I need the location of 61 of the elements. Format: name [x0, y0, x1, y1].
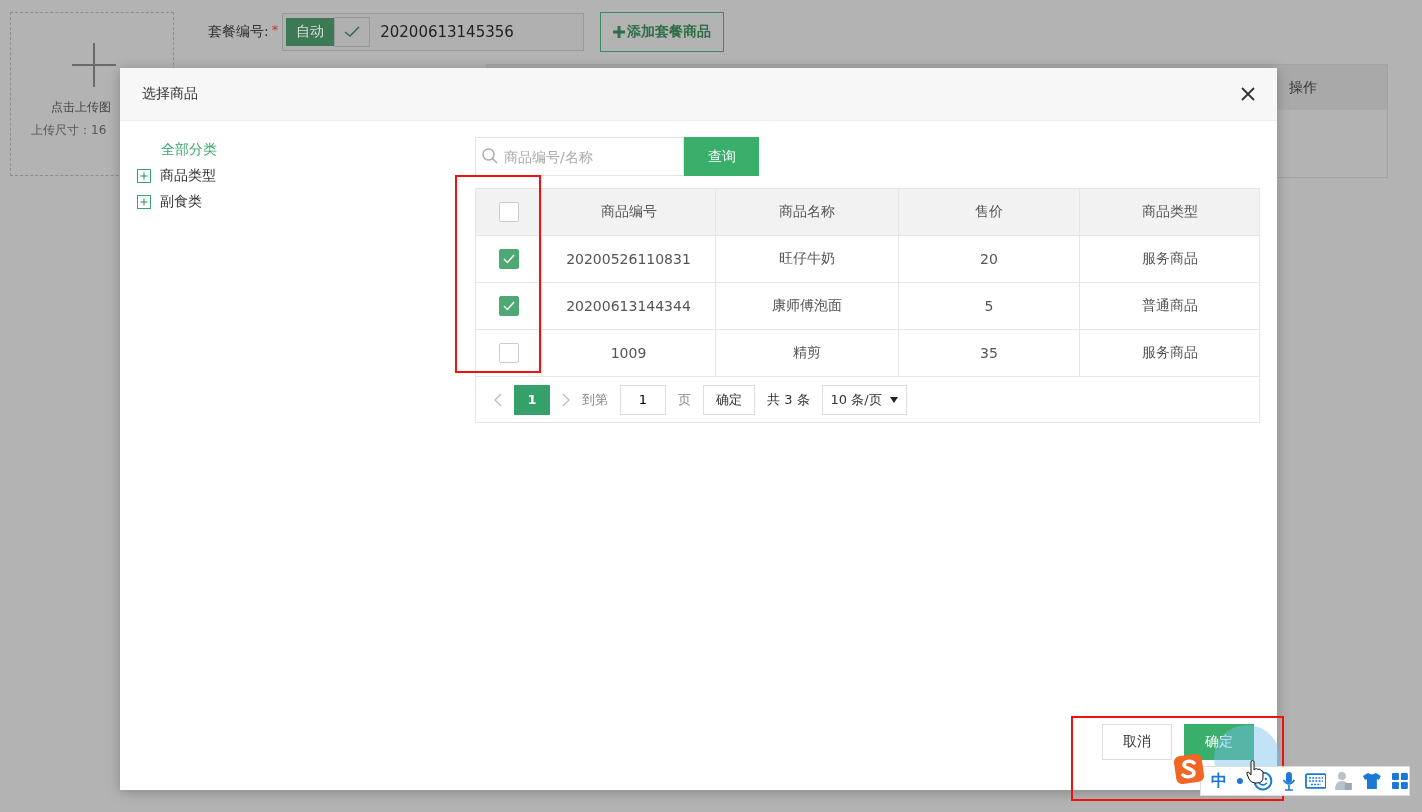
select-all-checkbox[interactable]: [498, 202, 519, 222]
row-checkbox[interactable]: [498, 249, 519, 269]
page-unit: 页: [678, 390, 691, 409]
auto-toggle[interactable]: 自动: [286, 18, 335, 46]
punctuation-icon[interactable]: [1236, 777, 1244, 785]
column-header: 操作: [1289, 78, 1318, 97]
input-mode-label[interactable]: 中: [1211, 770, 1227, 792]
page-button[interactable]: 1: [514, 384, 550, 415]
confirm-button[interactable]: 确定: [1184, 724, 1254, 760]
table-cell: 20200526110831: [566, 251, 691, 267]
field-label: 套餐编号:: [208, 23, 269, 41]
search-button[interactable]: 查询: [684, 137, 759, 176]
required-mark: *: [271, 21, 279, 37]
expand-icon[interactable]: [137, 169, 151, 183]
table-cell: 服务商品: [1141, 250, 1198, 268]
page-size-select[interactable]: 10 条/页: [821, 384, 907, 415]
row-checkbox[interactable]: [498, 343, 519, 363]
grid-icon[interactable]: [1391, 772, 1409, 790]
upload-size-hint: 上传尺寸：16: [31, 122, 107, 139]
previous-page-icon[interactable]: [494, 392, 502, 407]
total-count: 共 3 条: [767, 390, 810, 409]
smiley-icon[interactable]: [1252, 771, 1273, 791]
table-cell: 精剪: [793, 344, 821, 362]
check-icon: [344, 26, 361, 38]
goto-label: 到第: [582, 390, 608, 409]
code-value: 20200613145356: [380, 23, 514, 41]
table-cell: 35: [980, 345, 998, 361]
table-cell: 20: [980, 251, 998, 267]
column-header: 商品类型: [1141, 203, 1198, 221]
add-package-item-button[interactable]: 添加套餐商品: [600, 12, 725, 52]
page-input[interactable]: 1: [620, 384, 666, 415]
table-cell: 康师傅泡面: [772, 297, 842, 315]
column-header: 商品名称: [779, 203, 835, 221]
person-icon[interactable]: [1335, 771, 1354, 791]
microphone-icon[interactable]: [1281, 771, 1296, 791]
column-header: 售价: [975, 203, 1003, 221]
next-page-icon[interactable]: [562, 392, 570, 407]
code-field[interactable]: 自动 20200613145356: [282, 13, 585, 51]
check-icon: [502, 301, 515, 311]
row-checkbox[interactable]: [498, 296, 519, 316]
column-header: 商品编号: [600, 203, 657, 221]
expand-icon[interactable]: [137, 195, 151, 209]
cancel-button[interactable]: 取消: [1102, 724, 1172, 760]
table-cell: 服务商品: [1141, 344, 1198, 362]
plus-icon: [72, 43, 116, 87]
search-icon: [482, 148, 498, 164]
plus-icon: [613, 26, 626, 38]
table-cell: 5: [984, 298, 994, 314]
table-cell: 1009: [610, 345, 647, 361]
keyboard-icon[interactable]: [1304, 773, 1327, 789]
check-icon: [502, 254, 515, 264]
shirt-icon[interactable]: [1362, 772, 1383, 790]
tree-item[interactable]: 副食类: [160, 193, 202, 211]
table-cell: 20200613144344: [566, 298, 691, 314]
table-cell: 旺仔牛奶: [779, 250, 835, 268]
table-cell: 普通商品: [1141, 297, 1198, 315]
dropdown-icon: [889, 396, 898, 403]
upload-hint: 点击上传图: [51, 99, 111, 116]
goto-button[interactable]: 确定: [703, 384, 755, 415]
close-icon[interactable]: [1241, 87, 1255, 101]
search-field[interactable]: 商品编号/名称: [475, 137, 684, 176]
